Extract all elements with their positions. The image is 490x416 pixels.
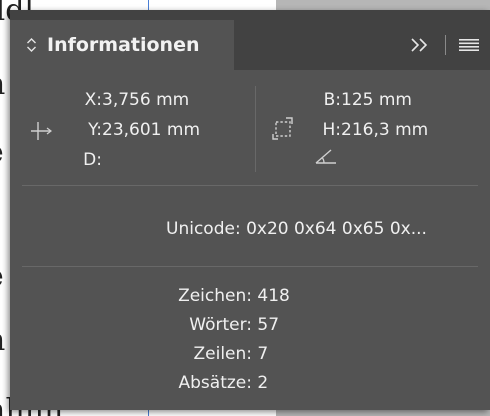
document-text-fragment: e bbox=[0, 262, 4, 292]
info-panel: Informationen X:3,756 mm Y:23,601 mm D: bbox=[10, 10, 490, 410]
y-position-row: Y:23,601 mm bbox=[80, 120, 200, 140]
y-label: Y: bbox=[88, 120, 102, 140]
distance-row: D: bbox=[80, 150, 102, 170]
stat-label: Zeilen: bbox=[193, 344, 252, 364]
d-label: D: bbox=[83, 150, 102, 170]
h-value: 216,3 mm bbox=[341, 120, 429, 140]
section-divider-vertical bbox=[255, 86, 256, 172]
document-text-fragment: n bbox=[0, 70, 5, 100]
section-divider bbox=[22, 185, 478, 186]
stat-label: Zeichen: bbox=[178, 286, 252, 306]
unicode-label: Unicode: bbox=[166, 219, 241, 239]
crosshair-position-icon bbox=[31, 122, 52, 140]
hamburger-menu-icon[interactable] bbox=[459, 39, 479, 51]
stat-row-lines: Zeilen: 7 bbox=[150, 344, 268, 364]
stat-row-words: Wörter: 57 bbox=[150, 315, 279, 335]
panel-title: Informationen bbox=[47, 34, 200, 56]
x-label: X: bbox=[84, 90, 102, 110]
x-position-row: X:3,756 mm bbox=[80, 90, 190, 110]
document-text-fragment: e bbox=[0, 138, 4, 168]
stat-label: Wörter: bbox=[189, 315, 252, 335]
stat-row-characters: Zeichen: 418 bbox=[150, 286, 290, 306]
w-value: 125 mm bbox=[341, 90, 412, 110]
titlebar-separator bbox=[445, 35, 446, 55]
up-down-chevron-icon[interactable] bbox=[26, 37, 37, 53]
y-value: 23,601 mm bbox=[102, 120, 201, 140]
double-chevron-right-icon[interactable] bbox=[410, 38, 430, 52]
x-value: 3,756 mm bbox=[102, 90, 190, 110]
width-row: B:125 mm bbox=[322, 90, 412, 110]
stat-value: 7 bbox=[257, 344, 269, 364]
unicode-value: 0x20 0x64 0x65 0x... bbox=[246, 219, 427, 239]
stat-value: 57 bbox=[257, 315, 280, 335]
stat-row-paragraphs: Absätze: 2 bbox=[150, 373, 269, 393]
stat-value: 2 bbox=[257, 373, 269, 393]
h-label: H: bbox=[322, 120, 341, 140]
stat-label: Absätze: bbox=[178, 373, 252, 393]
w-label: B: bbox=[323, 90, 341, 110]
document-text-fragment: n bbox=[0, 326, 5, 356]
section-divider bbox=[22, 266, 478, 267]
height-row: H:216,3 mm bbox=[322, 120, 428, 140]
stat-value: 418 bbox=[257, 286, 290, 306]
unicode-row: Unicode: 0x20 0x64 0x65 0x... bbox=[166, 219, 427, 239]
angle-icon bbox=[315, 149, 336, 164]
bounding-box-icon bbox=[272, 117, 293, 140]
